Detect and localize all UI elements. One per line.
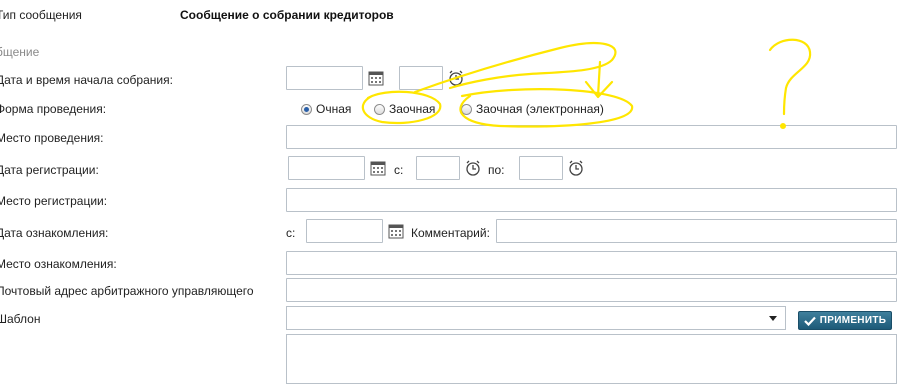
- familiarization-date-label: Дата ознакомления:: [0, 226, 109, 240]
- section-title: бщение: [0, 45, 40, 59]
- message-type-value: Сообщение о собрании кредиторов: [180, 8, 394, 22]
- radio-ochnaya-label: Очная: [316, 102, 352, 116]
- location-label: Место проведения:: [0, 131, 104, 145]
- registration-from-label: с:: [394, 163, 404, 177]
- familiarization-place-input[interactable]: [286, 251, 897, 275]
- meeting-start-date-input[interactable]: [286, 66, 363, 90]
- radio-ochnaya[interactable]: Очная: [301, 102, 351, 116]
- radio-zaochnaya-label: Заочная: [389, 102, 436, 116]
- location-input[interactable]: [286, 125, 897, 149]
- template-select[interactable]: [286, 306, 786, 330]
- template-label: Шаблон: [0, 312, 41, 326]
- clock-icon[interactable]: [465, 160, 481, 176]
- registration-to-time-input[interactable]: [519, 156, 563, 180]
- comment-input[interactable]: [496, 219, 897, 243]
- calendar-icon[interactable]: [388, 223, 404, 239]
- radio-zaochnaya[interactable]: Заочная: [374, 102, 435, 116]
- message-type-label: Тип сообщения: [0, 8, 82, 22]
- meeting-start-label: Дата и время начала собрания:: [0, 73, 173, 87]
- apply-button-label: ПРИМЕНИТЬ: [819, 315, 887, 326]
- meeting-start-time-input[interactable]: [399, 66, 443, 90]
- apply-button[interactable]: ПРИМЕНИТЬ: [798, 311, 892, 330]
- annotation-question-mark: [768, 38, 812, 116]
- comment-label: Комментарий:: [411, 226, 490, 240]
- registration-place-input[interactable]: [286, 188, 897, 212]
- radio-indicator: [461, 103, 472, 115]
- registration-to-label: по:: [488, 163, 505, 177]
- clock-icon[interactable]: [568, 160, 584, 176]
- radio-indicator: [374, 103, 385, 115]
- calendar-icon[interactable]: [370, 160, 386, 176]
- registration-date-input[interactable]: [288, 156, 365, 180]
- familiarization-place-label: Место ознакомления:: [0, 257, 117, 271]
- familiarization-date-input[interactable]: [306, 219, 383, 243]
- radio-zaochnaya-electronic-label: Заочная (электронная): [476, 102, 604, 116]
- registration-from-time-input[interactable]: [416, 156, 460, 180]
- check-icon: [803, 316, 816, 326]
- radio-zaochnaya-electronic[interactable]: Заочная (электронная): [461, 102, 604, 116]
- annotation-arrow: [413, 42, 617, 99]
- chevron-down-icon: [769, 316, 777, 321]
- manager-address-label: Почтовый адрес арбитражного управляющего: [0, 284, 254, 298]
- form-label: Форма проведения:: [0, 102, 107, 116]
- familiarization-from-label: с:: [286, 226, 296, 240]
- registration-date-label: Дата регистрации:: [0, 163, 99, 177]
- manager-address-input[interactable]: [286, 278, 897, 302]
- calendar-icon[interactable]: [368, 70, 384, 86]
- registration-place-label: Место регистрации:: [0, 194, 108, 208]
- radio-selected-indicator: [301, 103, 312, 115]
- clock-icon[interactable]: [448, 70, 464, 86]
